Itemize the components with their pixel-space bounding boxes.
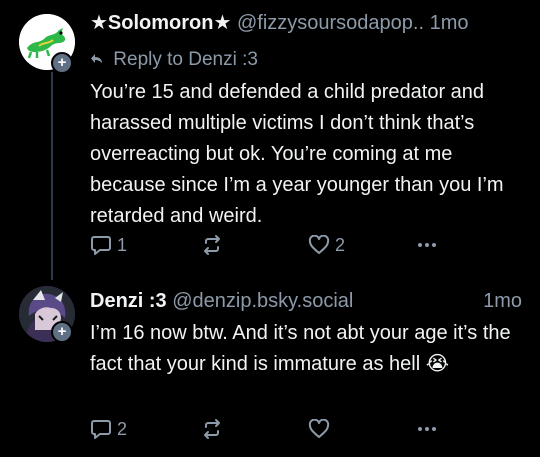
like-button[interactable] (308, 416, 335, 442)
display-name[interactable]: Denzi :3 (90, 290, 167, 312)
post-solomoron[interactable]: + ★Solomoron★ @fizzysoursodapop.. 1mo Re… (0, 0, 540, 280)
reply-bubble-icon (91, 236, 111, 255)
more-options-button[interactable] (417, 416, 437, 442)
reply-bubble-icon (91, 420, 111, 439)
reply-count: 1 (117, 234, 128, 255)
thread-line (51, 72, 53, 280)
post-denzi[interactable]: + Denzi :3 @denzip.bsky.social 1mo I’m 1… (0, 278, 540, 457)
more-options-button[interactable] (417, 232, 437, 258)
post-header: Denzi :3 @denzip.bsky.social 1mo (90, 288, 522, 314)
like-count: 2 (335, 234, 346, 255)
repost-icon (204, 235, 220, 255)
timestamp[interactable]: 1mo (430, 12, 469, 34)
follow-plus-icon[interactable]: + (51, 52, 73, 74)
reply-button[interactable]: 2 (90, 416, 127, 442)
timestamp[interactable]: 1mo (483, 288, 522, 314)
repost-button[interactable] (200, 232, 229, 258)
repost-button[interactable] (200, 416, 229, 442)
post-header: ★Solomoron★ @fizzysoursodapop.. 1mo (90, 10, 522, 36)
heart-icon (308, 235, 330, 254)
post-text: I’m 16 now btw. And it’s not abt your ag… (90, 322, 511, 375)
handle[interactable]: @fizzysoursodapop.. (237, 12, 424, 34)
post-actions: 2 (90, 416, 530, 442)
reply-to-line[interactable]: Reply to Denzi :3 (90, 48, 258, 72)
reply-count: 2 (117, 418, 128, 439)
reply-to-label: Reply to Denzi :3 (113, 49, 258, 70)
post-actions: 1 2 (90, 232, 530, 258)
heart-icon (308, 419, 330, 438)
reply-button[interactable]: 1 (90, 232, 127, 258)
like-button[interactable]: 2 (308, 232, 345, 258)
ellipsis-icon (418, 427, 436, 431)
follow-plus-icon[interactable]: + (51, 321, 73, 343)
repost-icon (204, 419, 220, 439)
post-text: You’re 15 and defended a child predator … (90, 81, 504, 227)
handle[interactable]: @denzip.bsky.social (172, 290, 353, 312)
display-name[interactable]: ★Solomoron★ (90, 12, 231, 34)
reply-arrow-icon (90, 48, 108, 72)
ellipsis-icon (418, 243, 436, 247)
